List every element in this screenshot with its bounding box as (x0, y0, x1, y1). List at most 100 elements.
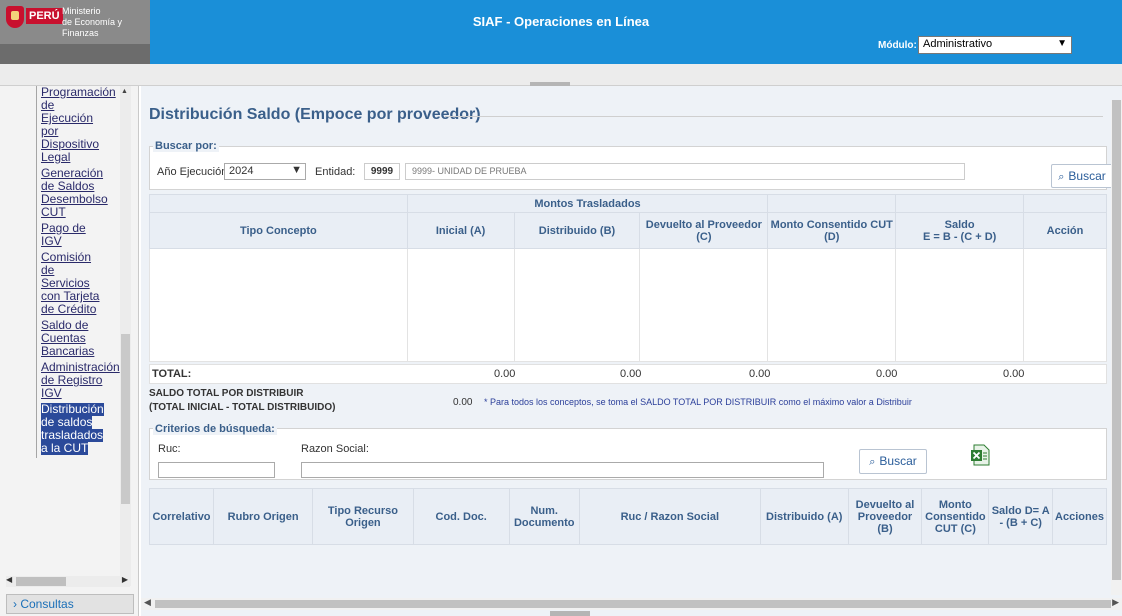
empty-body-cell (406, 248, 515, 362)
saldo-total-value: 0.00 (453, 397, 473, 408)
search-icon: ⌕ (1058, 171, 1065, 183)
sidebar-hscrollbar[interactable]: ◀ ▶ (6, 575, 130, 587)
sidebar-nav-item[interactable]: Generación de Saldos Desembolso CUT (36, 167, 120, 222)
main-scroll-thumb[interactable] (1112, 100, 1121, 580)
buscar-button-label: Buscar (1068, 169, 1106, 183)
summary-group-blank (149, 194, 408, 213)
empty-body-cell (767, 248, 897, 362)
col-consentido-c: Monto Consentido CUT (C) (921, 488, 990, 545)
col-tipo-recurso: Tipo Recurso Origen (312, 488, 414, 545)
sidebar-item-label: de Crédito (41, 302, 97, 316)
module-select-value: Administrativo (923, 38, 993, 50)
summary-group-blank (1023, 194, 1107, 213)
sidebar-scrollbar[interactable]: ▲ (120, 86, 131, 586)
anio-select[interactable]: 2024 ▼ (224, 163, 306, 180)
empty-body-cell (149, 248, 408, 362)
col-saldo-line2: E = B - (C + D) (922, 230, 997, 243)
excel-export-icon[interactable] (970, 444, 990, 466)
criterios-legend: Criterios de búsqueda: (153, 423, 277, 435)
empty-body-cell (1023, 248, 1107, 362)
app-title: SIAF - Operaciones en Línea (472, 14, 650, 29)
col-saldo-line1: Saldo (944, 218, 975, 231)
main-hscroll-thumb[interactable] (155, 600, 1111, 608)
sidebar-item-consultas[interactable]: › Consultas (6, 594, 134, 614)
col-inicial: Inicial (A) (406, 212, 515, 249)
saldo-total-title: SALDO TOTAL POR DISTRIBUIR (149, 388, 304, 399)
scroll-up-icon[interactable]: ▲ (121, 88, 128, 95)
sidebar-item-label: CUT (41, 205, 66, 219)
saldo-total-subtitle: (TOTAL INICIAL - TOTAL DISTRIBUIDO) (149, 402, 336, 413)
scroll-right-icon[interactable]: ▶ (122, 575, 128, 584)
scroll-right-icon[interactable]: ▶ (1112, 597, 1119, 608)
resize-handle[interactable] (550, 611, 590, 616)
scroll-left-icon[interactable]: ◀ (6, 575, 12, 584)
total-saldo: 0.00 (1003, 368, 1025, 380)
scroll-left-icon[interactable]: ◀ (144, 597, 151, 608)
anio-label: Año Ejecución: (157, 166, 231, 178)
saldo-note: * Para todos los conceptos, se toma el S… (484, 397, 912, 407)
page-title: Distribución Saldo (Empoce por proveedor… (149, 106, 481, 123)
col-correlativo: Correlativo (149, 488, 214, 545)
sidebar-nav: Programación de Ejecución por Dispositivo Leg… (36, 86, 120, 458)
buscar-por-legend: Buscar por: (153, 140, 219, 152)
chevron-down-icon: ▼ (291, 164, 302, 176)
entidad-name-field[interactable]: 9999- UNIDAD DE PRUEBA (405, 163, 965, 180)
col-accion: Acción (1023, 212, 1107, 249)
col-consentido: Monto Consentido CUT (D) (767, 212, 897, 249)
entidad-code-field[interactable]: 9999 (364, 163, 400, 180)
sidebar-nav-item[interactable]: Comisión de Servicios con Tarjeta de Crédito (36, 251, 120, 319)
sidebar-item-label: Bancarias (41, 344, 95, 358)
empty-body-cell (895, 248, 1025, 362)
anio-value: 2024 (229, 165, 254, 177)
col-num-documento: Num. Documento (508, 488, 580, 545)
montos-trasladados-header: Montos Trasladados (406, 194, 769, 213)
sidebar-nav-item[interactable]: Distribución de saldos trasladados a la CUT (36, 403, 120, 458)
main-hscrollbar[interactable]: ◀ ▶ (141, 597, 1122, 610)
sidebar-item-label: Legal (41, 150, 71, 164)
module-select[interactable]: Administrativo ▼ (918, 36, 1072, 54)
total-consentido: 0.00 (876, 368, 898, 380)
col-tipo-concepto: Tipo Concepto (149, 212, 408, 249)
main-panel: Distribución Saldo (Empoce por proveedor… (141, 86, 1122, 616)
app-header: PERÚ Ministerio de Economía y Finanzas S… (0, 0, 1122, 64)
razon-social-label: Razon Social: (301, 443, 369, 455)
buscar-criterios-label: Buscar (879, 454, 917, 468)
sidebar-nav-item[interactable]: Administración de Registro IGV (36, 361, 120, 403)
col-saldo: Saldo E = B - (C + D) (895, 212, 1025, 249)
buscar-button[interactable]: ⌕ Buscar (1051, 164, 1113, 188)
logo-bar (0, 44, 150, 64)
summary-table: Montos Trasladados Tipo Concepto Inicial… (149, 194, 1107, 362)
razon-social-input[interactable] (301, 462, 824, 478)
total-inicial: 0.00 (494, 368, 516, 380)
col-acciones: Acciones (1052, 488, 1107, 545)
sidebar-scroll-thumb[interactable] (121, 334, 130, 504)
ruc-input[interactable] (158, 462, 275, 478)
title-divider (445, 116, 1103, 117)
col-distribuido-a: Distribuido (A) (759, 488, 849, 545)
module-label: Módulo: (878, 40, 917, 51)
summary-group-blank (895, 194, 1025, 213)
summary-group-blank (767, 194, 897, 213)
total-label: TOTAL: (152, 368, 192, 380)
search-icon: ⌕ (869, 456, 876, 468)
sidebar-nav-item[interactable]: Pago de IGV (36, 222, 120, 251)
expand-icon: › (13, 597, 17, 611)
sidebar-nav-item[interactable]: Programación de Ejecución por Dispositivo Leg… (36, 86, 120, 167)
empty-body-cell (513, 248, 641, 362)
header-subband (0, 64, 1122, 86)
col-cod-doc: Cod. Doc. (412, 488, 510, 545)
main-scrollbar[interactable] (1111, 100, 1122, 595)
total-devuelto: 0.00 (749, 368, 771, 380)
sidebar-item-label: IGV (41, 234, 62, 248)
col-ruc-razon: Ruc / Razon Social (578, 488, 761, 545)
buscar-criterios-button[interactable]: ⌕ Buscar (859, 449, 927, 474)
sidebar-item-label: IGV (41, 386, 62, 400)
detail-table: Correlativo Rubro Origen Tipo Recurso Or… (149, 488, 1107, 545)
sidebar-item-label: a la CUT (41, 441, 89, 455)
total-distribuido: 0.00 (620, 368, 642, 380)
col-distribuido: Distribuido (B) (513, 212, 641, 249)
sidebar-nav-item[interactable]: Saldo de Cuentas Bancarias (36, 319, 120, 361)
col-devuelto-b: Devuelto al Proveedor (B) (847, 488, 923, 545)
sidebar-hscroll-thumb[interactable] (16, 577, 66, 586)
entidad-label: Entidad: (315, 166, 356, 178)
